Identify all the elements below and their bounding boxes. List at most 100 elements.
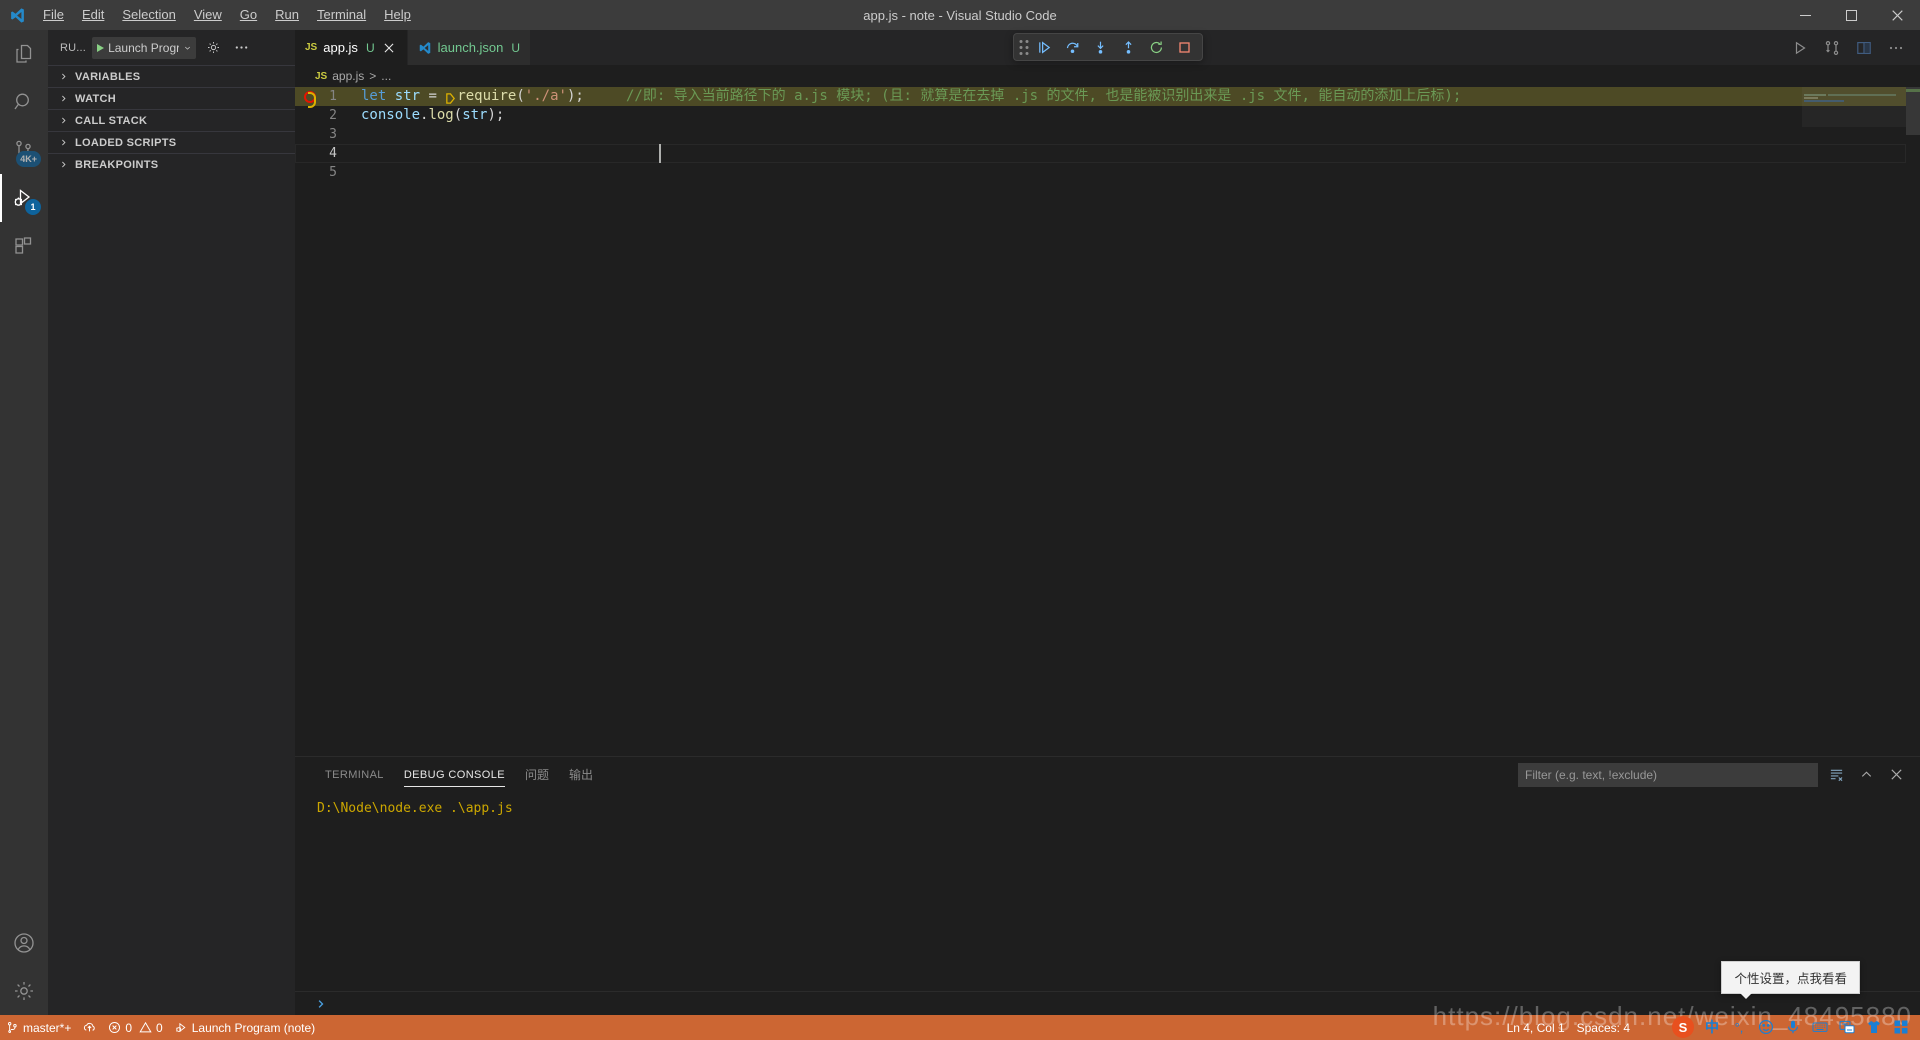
window-controls[interactable] <box>1782 0 1920 30</box>
status-editor-position[interactable]: Ln 4, Col 1 <box>1501 1017 1571 1039</box>
open-launch-json-gear-icon[interactable] <box>202 37 224 59</box>
menu-bar[interactable]: File Edit Selection View Go Run Terminal… <box>34 0 420 30</box>
tab-app-js[interactable]: JS app.js U <box>295 30 408 65</box>
menu-file[interactable]: File <box>34 3 73 27</box>
views-and-more-actions-icon[interactable] <box>230 37 252 59</box>
activity-search[interactable] <box>0 78 48 126</box>
panel-tab-output[interactable]: 输出 <box>559 757 603 792</box>
status-debug-launch[interactable]: Launch Program (note) <box>169 1017 321 1039</box>
sidebar-section-watch[interactable]: WATCH <box>48 87 295 109</box>
close-panel-icon[interactable] <box>1884 763 1908 787</box>
sidebar-section-call-stack[interactable]: CALL STACK <box>48 109 295 131</box>
status-sync-changes[interactable] <box>77 1017 102 1039</box>
chevron-down-icon[interactable] <box>183 43 192 53</box>
sidebar-header: RU... Launch Progra <box>48 30 295 65</box>
close-button[interactable] <box>1874 0 1920 30</box>
split-fork-icon[interactable] <box>1818 34 1846 62</box>
debug-restart-icon[interactable] <box>1144 35 1170 59</box>
ime-logo-icon[interactable]: S <box>1672 1016 1694 1038</box>
code-line-3[interactable]: 3 <box>295 125 1906 144</box>
ime-translate-icon[interactable] <box>1838 1018 1856 1036</box>
menu-run[interactable]: Run <box>266 3 308 27</box>
tab-launch-json[interactable]: launch.json U <box>407 30 532 65</box>
menu-terminal[interactable]: Terminal <box>308 3 375 27</box>
status-editor-indentation[interactable]: Spaces: 4 <box>1571 1017 1636 1039</box>
tab-app-js-close-icon[interactable] <box>381 40 397 56</box>
clear-console-icon[interactable] <box>1824 763 1848 787</box>
panel-tab-problems[interactable]: 问题 <box>515 757 559 792</box>
activity-bar: 4K+ 1 <box>0 30 48 1015</box>
code-line-5[interactable]: 5 <box>295 163 1906 182</box>
run-code-play-icon[interactable] <box>1786 34 1814 62</box>
code-line-4[interactable]: 4 <box>295 144 1906 163</box>
line-number: 4 <box>329 146 337 161</box>
more-actions-ellipsis-icon[interactable] <box>1882 34 1910 62</box>
debug-stop-icon[interactable] <box>1172 35 1198 59</box>
panel-tab-debug-console[interactable]: DEBUG CONSOLE <box>394 757 515 792</box>
debug-toolbar[interactable] <box>1012 33 1203 61</box>
scrollbar-thumb[interactable] <box>1906 87 1920 135</box>
menu-edit[interactable]: Edit <box>73 3 113 27</box>
panel-header: TERMINAL DEBUG CONSOLE 问题 输出 Filter (e.g… <box>295 757 1920 792</box>
code-line-2[interactable]: 2 console.log(str); <box>295 106 1906 125</box>
tab-launch-json-badge: U <box>511 40 521 55</box>
start-debugging-icon[interactable] <box>97 43 105 52</box>
ime-punctuation[interactable]: °, <box>1730 1018 1748 1036</box>
debug-console-filter-input[interactable]: Filter (e.g. text, !exclude) <box>1518 762 1818 787</box>
debug-console-output[interactable]: D:\Node\node.exe .\app.js <box>295 792 1920 991</box>
sidebar-section-loaded-scripts-label: LOADED SCRIPTS <box>75 136 177 149</box>
grip-icon[interactable] <box>1018 37 1030 58</box>
activity-extensions[interactable] <box>0 222 48 270</box>
panel-tab-terminal[interactable]: TERMINAL <box>315 757 394 792</box>
maximize-button[interactable] <box>1828 0 1874 30</box>
debug-continue-icon[interactable] <box>1032 35 1058 59</box>
status-problems[interactable]: 0 0 <box>102 1017 168 1039</box>
ime-keyboard-icon[interactable] <box>1811 1018 1829 1036</box>
debug-console-input[interactable] <box>295 991 1920 1015</box>
activity-source-control[interactable]: 4K+ <box>0 126 48 174</box>
breakpoint-icon[interactable] <box>304 90 316 108</box>
workbench: 4K+ 1 RU... Launch Progra VARIABLES WATC… <box>0 30 1920 1015</box>
sidebar-section-loaded-scripts[interactable]: LOADED SCRIPTS <box>48 131 295 153</box>
sidebar-section-breakpoints[interactable]: BREAKPOINTS <box>48 153 295 175</box>
code-editor[interactable]: 1 let str = require('./a'); //即: 导入当前路径下… <box>295 87 1920 756</box>
menu-edit-label: Edit <box>81 7 105 22</box>
status-error-count: 0 <box>125 1020 133 1035</box>
minimap-slider[interactable] <box>1802 87 1906 127</box>
split-editor-right-icon[interactable] <box>1850 34 1878 62</box>
activity-manage-gear[interactable] <box>0 967 48 1015</box>
activity-accounts[interactable] <box>0 919 48 967</box>
code-line-1[interactable]: 1 let str = require('./a'); //即: 导入当前路径下… <box>295 87 1906 108</box>
menu-go[interactable]: Go <box>231 3 266 27</box>
menu-view[interactable]: View <box>185 3 231 27</box>
ime-mode-chinese[interactable]: 中 <box>1703 1018 1721 1036</box>
breadcrumb-overflow[interactable]: ... <box>381 69 391 83</box>
sidebar-section-variables[interactable]: VARIABLES <box>48 65 295 87</box>
debug-step-out-icon[interactable] <box>1116 35 1142 59</box>
minimize-button[interactable] <box>1782 0 1828 30</box>
menu-selection[interactable]: Selection <box>113 3 184 27</box>
panel-tab-debug-console-label: DEBUG CONSOLE <box>403 768 505 781</box>
maximize-panel-chevron-up-icon[interactable] <box>1854 763 1878 787</box>
ime-toolbar[interactable]: S 中 °, <box>1666 1016 1916 1038</box>
ime-toolbox-icon[interactable] <box>1892 1018 1910 1036</box>
breadcrumb-file[interactable]: app.js <box>332 69 364 83</box>
editor-vertical-scrollbar[interactable] <box>1906 87 1920 756</box>
menu-help[interactable]: Help <box>375 3 420 27</box>
activity-run-and-debug[interactable]: 1 <box>0 174 48 222</box>
debug-step-over-icon[interactable] <box>1060 35 1086 59</box>
minimap[interactable] <box>1802 87 1906 756</box>
status-source-control-branch[interactable]: master*+ <box>0 1017 77 1039</box>
chevron-right-icon <box>55 91 71 107</box>
debug-inline-breakpoint-icon[interactable] <box>445 91 456 104</box>
ime-emoji-icon[interactable] <box>1757 1018 1775 1036</box>
ime-voice-icon[interactable] <box>1784 1018 1802 1036</box>
activity-explorer[interactable] <box>0 30 48 78</box>
status-indentation-label: Spaces: 4 <box>1576 1020 1630 1035</box>
menu-selection-label: Selection <box>122 7 176 22</box>
launch-configuration-dropdown[interactable]: Launch Progra <box>92 36 197 59</box>
sidebar-section-watch-label: WATCH <box>75 92 117 105</box>
panel-tab-terminal-label: TERMINAL <box>325 768 384 781</box>
ime-skin-icon[interactable] <box>1865 1018 1883 1036</box>
debug-step-into-icon[interactable] <box>1088 35 1114 59</box>
